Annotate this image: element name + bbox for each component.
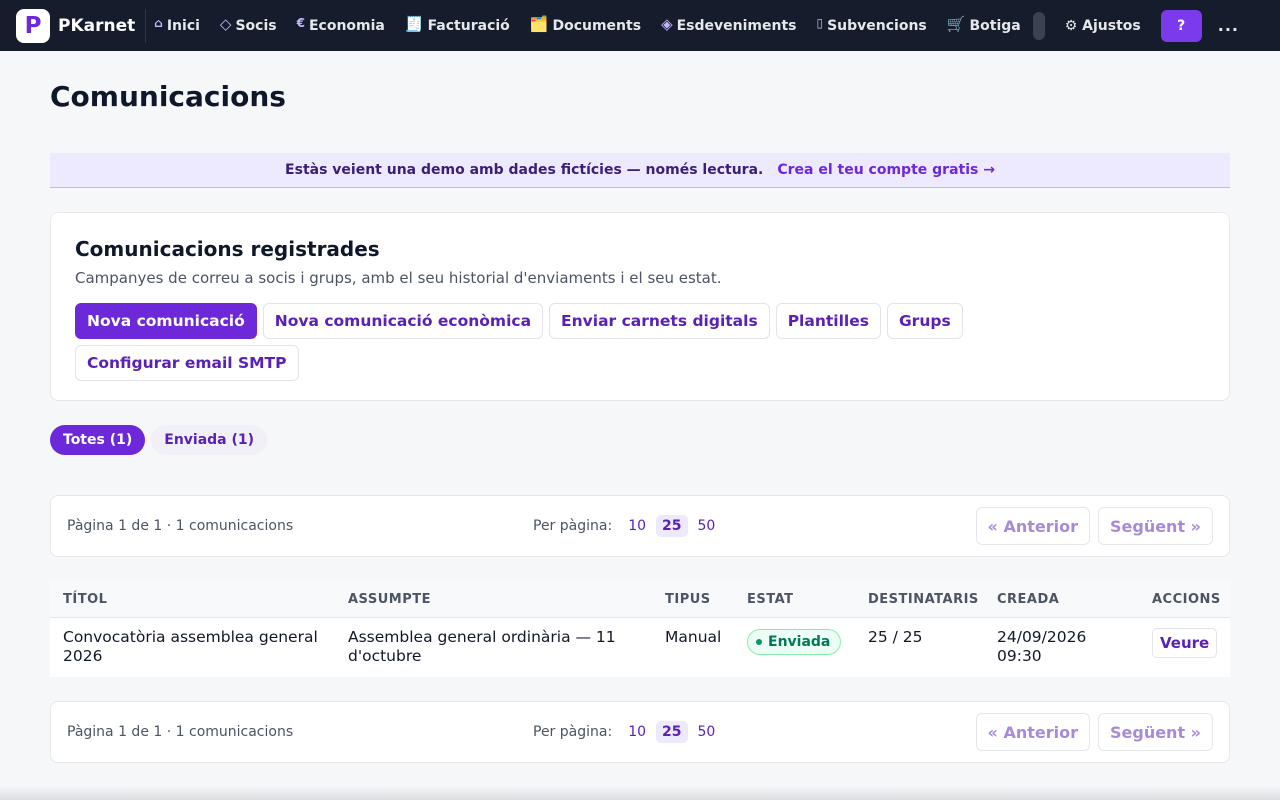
column-header-subject: ASSUMPTE [348, 592, 431, 607]
next-page-button[interactable]: Següent » [1097, 507, 1213, 545]
cart-icon: 🛒 [946, 14, 966, 33]
tab-sent[interactable]: Enviada (1) [151, 425, 268, 455]
per-page-label: Per pàgina: [533, 724, 613, 740]
folder-icon: 🗂️ [529, 14, 549, 33]
nav-item-inici[interactable]: ⌂ Inici [154, 15, 200, 34]
nav-item-facturacio[interactable]: 🧾 Facturació [404, 14, 510, 35]
configure-smtp-button[interactable]: Configurar email SMTP [75, 345, 299, 381]
per-page-10[interactable]: 10 [622, 515, 652, 537]
view-button[interactable]: Veure [1152, 628, 1218, 658]
top-nav: P PKarnet ⌂ Inici ◇ Socis € Economia 🧾 F… [0, 0, 1280, 51]
cell-subject: Assemblea general ordinària — 11 d'octub… [348, 628, 616, 665]
diamond-icon: ◇ [219, 14, 232, 33]
nav-item-subvencions[interactable]: ▯ Subvencions [816, 15, 926, 34]
table-header: TÍTOL ASSUMPTE TIPUS ESTAT DESTINATARIS … [50, 580, 1230, 618]
nav-item-botiga[interactable]: 🛒 Botiga [946, 14, 1021, 35]
new-economic-communication-button[interactable]: Nova comunicació econòmica [262, 303, 544, 339]
previous-page-button[interactable]: « Anterior [975, 713, 1090, 751]
app-logo[interactable]: P [16, 8, 50, 43]
column-header-created: CREADA [997, 592, 1060, 607]
status-dot-icon [756, 639, 762, 645]
column-header-recipients: DESTINATARIS [868, 592, 979, 607]
column-header-type: TIPUS [665, 592, 711, 607]
status-badge: Enviada [747, 629, 842, 655]
create-account-link[interactable]: Crea el teu compte gratis → [777, 162, 995, 178]
communications-card: Comunicacions registrades Campanyes de c… [50, 212, 1230, 401]
more-menu-button[interactable]: ... [1218, 16, 1239, 35]
send-digital-cards-button[interactable]: Enviar carnets digitals [549, 303, 770, 339]
nav-scroll-handle[interactable] [1032, 11, 1045, 40]
demo-banner: Estàs veient una demo amb dades fictície… [50, 153, 1230, 188]
column-header-status: ESTAT [747, 592, 794, 607]
page-bottom-shadow [0, 786, 1280, 800]
help-button[interactable]: ? [1160, 9, 1202, 42]
event-diamond-icon: ◈ [661, 14, 673, 33]
nav-item-esdeveniments[interactable]: ◈ Esdeveniments [661, 14, 796, 35]
per-page-50[interactable]: 50 [692, 515, 722, 537]
new-communication-button[interactable]: Nova comunicació [75, 303, 257, 339]
nav-item-socis[interactable]: ◇ Socis [219, 14, 277, 35]
pagination-info: Pàgina 1 de 1 · 1 comunicacions [67, 518, 294, 534]
templates-button[interactable]: Plantilles [775, 303, 881, 339]
per-page-50[interactable]: 50 [692, 721, 722, 743]
groups-button[interactable]: Grups [886, 303, 963, 339]
cell-created: 24/09/2026 09:30 [997, 628, 1087, 665]
card-subtitle: Campanyes de correu a socis i grups, amb… [75, 269, 722, 287]
column-header-title: TÍTOL [63, 592, 108, 607]
demo-banner-text: Estàs veient una demo amb dades fictície… [285, 162, 764, 178]
card-actions: Nova comunicació Nova comunicació econòm… [75, 303, 1075, 381]
per-page-label: Per pàgina: [533, 518, 613, 534]
cell-recipients: 25 / 25 [868, 628, 923, 646]
nav-item-documents[interactable]: 🗂️ Documents [529, 14, 641, 35]
status-tabs: Totes (1) Enviada (1) [50, 425, 268, 455]
communications-table: TÍTOL ASSUMPTE TIPUS ESTAT DESTINATARIS … [50, 580, 1230, 677]
cell-type: Manual [665, 628, 722, 646]
brand-name[interactable]: PKarnet [58, 16, 135, 36]
nav-divider [145, 8, 147, 43]
per-page-25[interactable]: 25 [656, 515, 688, 537]
next-page-button[interactable]: Següent » [1097, 713, 1213, 751]
nav-item-ajustos[interactable]: ⚙ Ajustos [1065, 18, 1141, 34]
column-header-actions: ACCIONS [1152, 592, 1221, 607]
pagination-bottom: Pàgina 1 de 1 · 1 comunicacions Per pàgi… [50, 701, 1230, 763]
grant-icon: ▯ [816, 15, 824, 30]
page-title: Comunicacions [50, 80, 286, 113]
pagination-top: Pàgina 1 de 1 · 1 comunicacions Per pàgi… [50, 495, 1230, 557]
pagination-info: Pàgina 1 de 1 · 1 comunicacions [67, 724, 294, 740]
per-page-10[interactable]: 10 [622, 721, 652, 743]
cell-title: Convocatòria assemblea general 2026 [63, 628, 318, 665]
receipt-icon: 🧾 [404, 14, 424, 33]
nav-item-economia[interactable]: € Economia [296, 15, 385, 34]
card-title: Comunicacions registrades [75, 237, 380, 261]
home-icon: ⌂ [154, 15, 163, 30]
per-page-25[interactable]: 25 [656, 721, 688, 743]
table-row: Convocatòria assemblea general 2026 Asse… [50, 618, 1230, 677]
tab-all[interactable]: Totes (1) [50, 425, 146, 455]
euro-icon: € [296, 15, 305, 30]
previous-page-button[interactable]: « Anterior [975, 507, 1090, 545]
